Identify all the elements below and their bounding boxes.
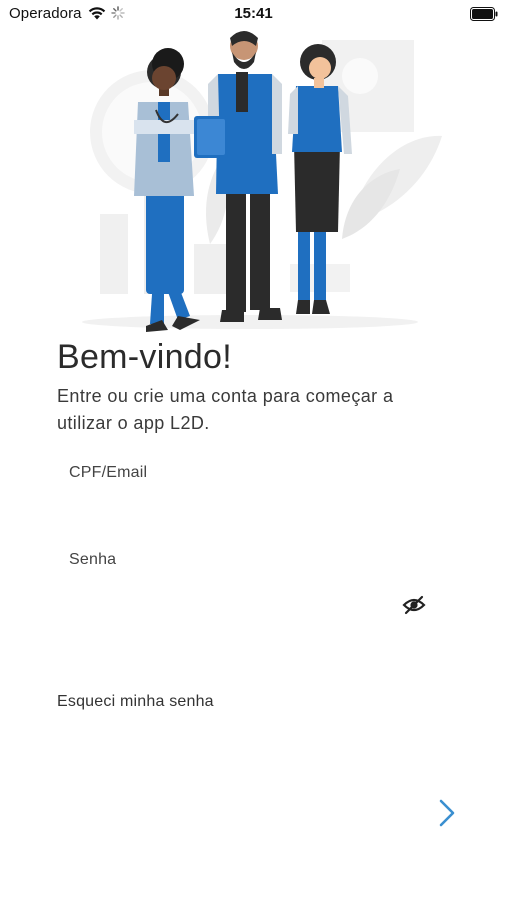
forgot-password-link[interactable]: Esqueci minha senha: [57, 693, 214, 711]
welcome-title: Bem-vindo!: [57, 338, 232, 376]
status-time: 15:41: [234, 5, 273, 22]
cpf-email-input[interactable]: [57, 490, 397, 524]
welcome-subtitle: Entre ou crie uma conta para começar a u…: [57, 386, 394, 433]
battery-icon: [470, 7, 498, 21]
cpf-email-label: CPF/Email: [69, 464, 148, 481]
eye-off-icon[interactable]: [402, 595, 426, 615]
healthcare-team-illustration: [82, 31, 442, 332]
password-input[interactable]: [57, 588, 397, 622]
chevron-right-icon[interactable]: [432, 796, 460, 830]
password-label: Senha: [69, 551, 117, 568]
